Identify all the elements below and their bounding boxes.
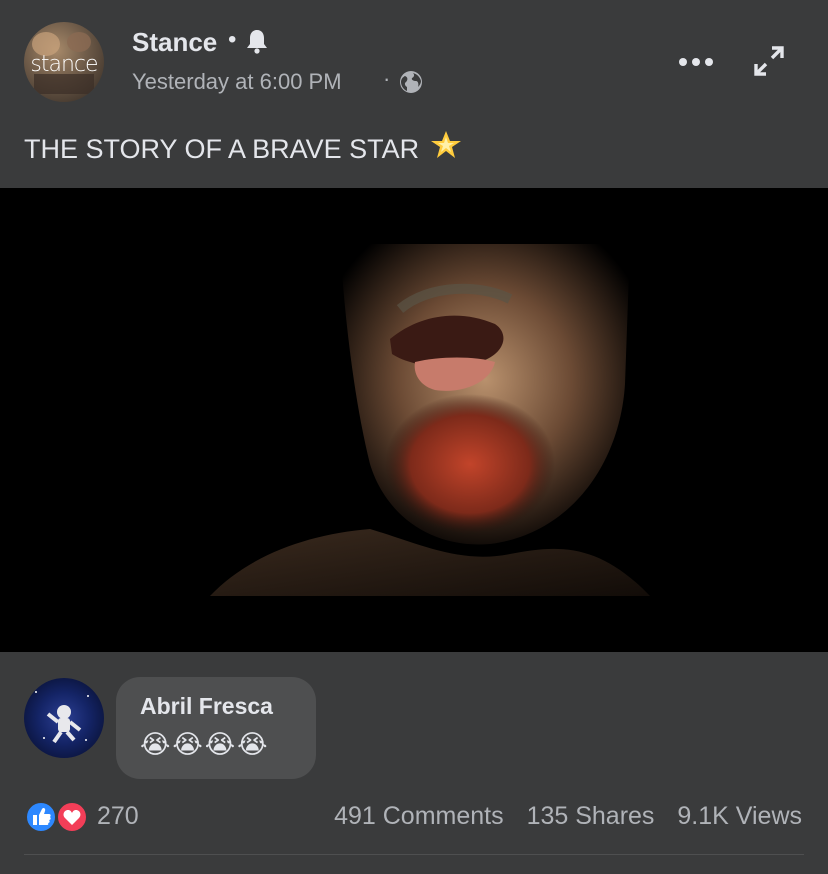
- post-caption: THE STORY OF A BRAVE STAR: [24, 128, 463, 165]
- more-options-icon[interactable]: [676, 52, 716, 72]
- post-timestamp[interactable]: Yesterday at 6:00 PM: [132, 69, 342, 95]
- reaction-icons[interactable]: [24, 800, 92, 834]
- views-count: 9.1K Views: [677, 802, 802, 830]
- shares-count[interactable]: 135 Shares: [527, 802, 655, 830]
- bell-icon[interactable]: [246, 28, 268, 54]
- comments-count[interactable]: 491 Comments: [334, 802, 504, 830]
- video-player[interactable]: [0, 188, 828, 652]
- astronaut-icon: [35, 691, 89, 744]
- commenter-avatar[interactable]: [24, 678, 104, 758]
- video-frame: [130, 244, 770, 596]
- post-header: stance Stance • Yesterday at 6:00 PM ·: [0, 0, 828, 120]
- page-avatar[interactable]: stance: [24, 22, 104, 102]
- glowing-star-icon: [431, 131, 462, 158]
- reaction-count[interactable]: 270: [97, 802, 139, 831]
- comment-text: 😭😭😭😭: [140, 729, 270, 760]
- commenter-name[interactable]: Abril Fresca: [140, 693, 273, 720]
- expand-icon[interactable]: [752, 44, 786, 78]
- globe-icon: [400, 71, 422, 93]
- page-name-link[interactable]: Stance: [132, 27, 217, 58]
- name-separator: •: [228, 26, 237, 53]
- time-separator: ·: [383, 66, 391, 91]
- avatar-logo-text: stance: [30, 52, 98, 77]
- stats-right: 491 Comments 135 Shares 9.1K Views: [318, 802, 802, 831]
- comment-section: Abril Fresca 😭😭😭😭: [0, 652, 828, 874]
- comment-emoji-text: 😭😭😭😭: [140, 729, 270, 759]
- caption-text: THE STORY OF A BRAVE STAR: [24, 134, 420, 164]
- comment-bubble[interactable]: Abril Fresca 😭😭😭😭: [116, 677, 316, 779]
- divider: [24, 854, 804, 855]
- post-stats: 270 491 Comments 135 Shares 9.1K Views: [0, 800, 828, 840]
